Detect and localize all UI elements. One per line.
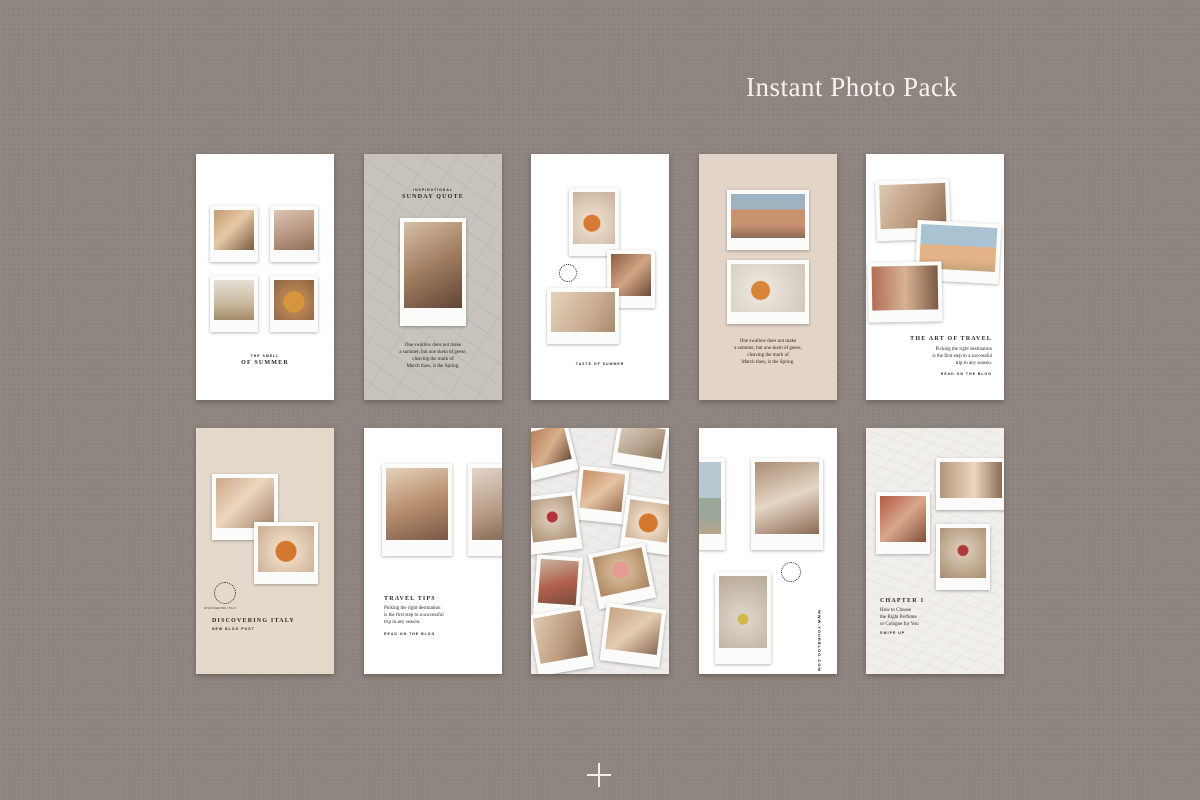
photo-woman-sitting bbox=[605, 607, 662, 656]
card-kicker: THE SMELL bbox=[250, 354, 280, 358]
photo-oranges bbox=[625, 499, 669, 543]
card-title: DISCOVERING ITALY bbox=[212, 618, 295, 624]
photo-pink-drink bbox=[592, 547, 650, 597]
photo-swimsuit bbox=[731, 194, 805, 238]
card-body: Picking the right destination is the fir… bbox=[932, 347, 992, 366]
photo-interior-window bbox=[940, 462, 1002, 498]
photo-field-walk bbox=[214, 280, 254, 320]
circle-stamp-icon bbox=[214, 582, 236, 604]
story-card-9[interactable]: WWW.YOURBLOG.COM bbox=[699, 428, 837, 674]
website-vertical: WWW.YOURBLOG.COM bbox=[817, 610, 822, 672]
card-body: One swallow does not make a summer, but … bbox=[734, 339, 802, 365]
cta-link[interactable]: SWIPE UP bbox=[880, 631, 905, 635]
photo-wildflowers bbox=[472, 468, 502, 540]
card-title: TASTE OF SUMMER bbox=[575, 362, 625, 366]
story-card-1[interactable]: THE SMELL OF SUMMER bbox=[196, 154, 334, 400]
photo-oranges bbox=[258, 526, 314, 572]
photo-woman-sunset bbox=[386, 468, 448, 540]
stamp-text: DISCOVERING ITALY bbox=[204, 607, 237, 610]
photo-woman-sweater bbox=[579, 469, 626, 513]
polaroid bbox=[270, 206, 318, 262]
polaroid bbox=[876, 492, 930, 554]
polaroid bbox=[727, 260, 809, 324]
story-card-8[interactable] bbox=[531, 428, 669, 674]
polaroid bbox=[468, 464, 502, 556]
photo-perfume-bottle bbox=[940, 528, 986, 578]
photo-leaf-shadow bbox=[532, 610, 588, 664]
photo-perfume-branch bbox=[719, 576, 767, 648]
photo-woman-portrait bbox=[404, 222, 462, 308]
polaroid bbox=[599, 602, 667, 668]
photo-leaf-shadow bbox=[551, 292, 615, 332]
photo-woman-portrait bbox=[214, 210, 254, 250]
card-body: How to Choose the Right Perfume or Colog… bbox=[880, 608, 919, 627]
polaroid bbox=[210, 276, 258, 332]
polaroid bbox=[400, 218, 466, 326]
polaroid bbox=[715, 572, 771, 664]
card-title: TRAVEL TIPS bbox=[384, 596, 436, 602]
cta-link[interactable]: READ ON THE BLOG bbox=[941, 372, 992, 376]
polaroid bbox=[587, 542, 657, 610]
card-body: One swallow does not make a summer, but … bbox=[399, 343, 467, 369]
cta-link[interactable]: READ ON THE BLOG bbox=[384, 632, 435, 636]
photo-woman-hair bbox=[216, 478, 274, 528]
photo-wildflowers bbox=[274, 210, 314, 250]
pack-title: Instant Photo Pack bbox=[746, 72, 958, 102]
card-title: CHAPTER 1 bbox=[880, 598, 925, 604]
polaroid bbox=[569, 188, 619, 256]
polaroid bbox=[531, 491, 583, 555]
polaroid bbox=[867, 261, 943, 323]
polaroid bbox=[727, 190, 809, 250]
plus-icon[interactable] bbox=[586, 762, 612, 788]
polaroid bbox=[254, 522, 318, 584]
card-title: THE ART OF TRAVEL bbox=[910, 336, 992, 342]
card-subtitle: NEW BLOG POST bbox=[212, 627, 255, 631]
story-card-5[interactable]: THE ART OF TRAVEL Picking the right dest… bbox=[866, 154, 1004, 400]
circle-stamp-icon bbox=[559, 264, 577, 282]
polaroid bbox=[270, 276, 318, 332]
polaroid bbox=[936, 458, 1004, 510]
story-card-3[interactable]: TASTE OF SUMMER bbox=[531, 154, 669, 400]
polaroid bbox=[699, 458, 725, 550]
polaroid bbox=[547, 288, 619, 344]
photo-woman-red bbox=[880, 496, 926, 542]
story-card-6[interactable]: DISCOVERING ITALY DISCOVERING ITALY NEW … bbox=[196, 428, 334, 674]
story-card-2[interactable]: INSPIRATIONAL SUNDAY QUOTE One swallow d… bbox=[364, 154, 502, 400]
photo-oranges-hand bbox=[573, 192, 615, 244]
card-kicker: INSPIRATIONAL bbox=[413, 188, 453, 192]
card-title: SUNDAY QUOTE bbox=[402, 194, 464, 200]
card-body: Picking the right destination is the fir… bbox=[384, 606, 444, 625]
circle-stamp-icon bbox=[781, 562, 801, 582]
polaroid bbox=[210, 206, 258, 262]
photo-sea-view bbox=[699, 462, 721, 534]
photo-figure bbox=[531, 428, 572, 469]
polaroid bbox=[531, 605, 594, 674]
photo-interior bbox=[871, 265, 939, 311]
polaroid bbox=[382, 464, 452, 556]
story-card-7[interactable]: TRAVEL TIPS Picking the right destinatio… bbox=[364, 428, 502, 674]
polaroid bbox=[574, 465, 630, 525]
photo-perfume bbox=[617, 428, 666, 460]
polaroid bbox=[751, 458, 823, 550]
photo-woman-red bbox=[537, 558, 579, 606]
story-card-4[interactable]: One swallow does not make a summer, but … bbox=[699, 154, 837, 400]
story-card-10[interactable]: CHAPTER 1 How to Choose the Right Perfum… bbox=[866, 428, 1004, 674]
photo-fruit-table bbox=[731, 264, 805, 312]
card-title: OF SUMMER bbox=[241, 360, 289, 366]
photo-perfume-bottle bbox=[531, 495, 577, 543]
polaroid bbox=[936, 524, 990, 590]
photo-woman-white bbox=[755, 462, 819, 534]
photo-perfume bbox=[274, 280, 314, 320]
